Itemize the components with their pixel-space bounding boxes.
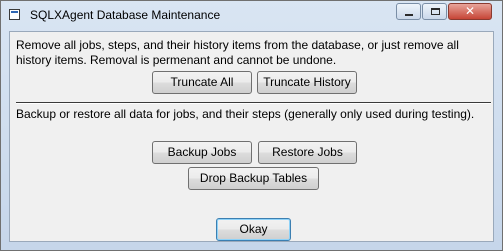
restore-jobs-button[interactable]: Restore Jobs bbox=[258, 141, 357, 164]
backup-description: Backup or restore all data for jobs, and… bbox=[16, 107, 475, 121]
drop-backup-tables-button[interactable]: Drop Backup Tables bbox=[188, 167, 319, 190]
truncate-history-button[interactable]: Truncate History bbox=[257, 71, 357, 94]
minimize-icon bbox=[405, 14, 413, 16]
maintenance-window: SQLXAgent Database Maintenance ✕ Remove … bbox=[0, 0, 503, 251]
application-icon bbox=[9, 9, 20, 20]
dialog-content: Remove all jobs, steps, and their histor… bbox=[9, 31, 494, 242]
maximize-button[interactable] bbox=[422, 3, 447, 20]
title-bar[interactable]: SQLXAgent Database Maintenance ✕ bbox=[1, 1, 502, 30]
okay-button[interactable]: Okay bbox=[216, 218, 291, 241]
section-divider bbox=[16, 102, 491, 104]
minimize-button[interactable] bbox=[396, 3, 421, 20]
backup-jobs-button[interactable]: Backup Jobs bbox=[152, 141, 252, 164]
truncate-all-button[interactable]: Truncate All bbox=[152, 71, 252, 94]
window-title: SQLXAgent Database Maintenance bbox=[30, 8, 221, 22]
truncate-description: Remove all jobs, steps, and their histor… bbox=[16, 38, 459, 67]
maximize-icon bbox=[431, 8, 440, 15]
close-button[interactable]: ✕ bbox=[448, 3, 492, 20]
close-icon: ✕ bbox=[464, 4, 476, 18]
